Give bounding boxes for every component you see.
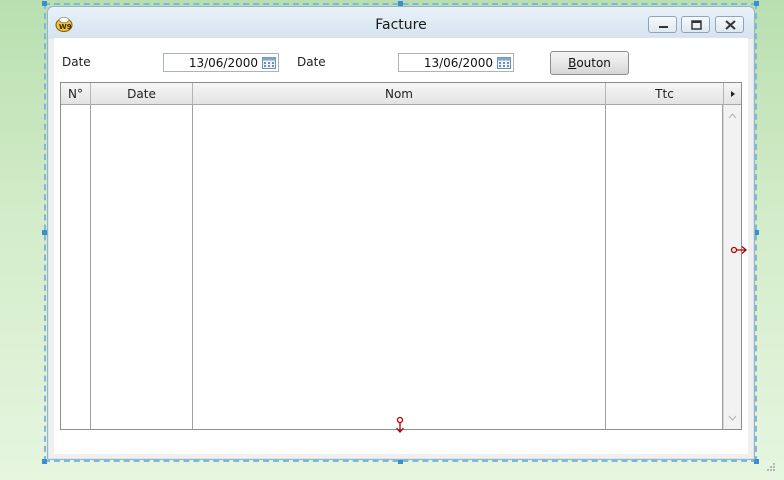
date1-value: 13/06/2000	[188, 56, 258, 70]
restore-icon	[691, 20, 702, 30]
column-header-date[interactable]: Date	[91, 83, 193, 105]
date2-field[interactable]: 13/06/2000	[398, 53, 514, 72]
date2-value: 13/06/2000	[423, 56, 493, 70]
resize-handle-top-left[interactable]	[42, 1, 47, 6]
minimize-button[interactable]	[648, 16, 677, 33]
resize-handle-bottom-left[interactable]	[42, 459, 47, 464]
column-divider	[192, 105, 193, 429]
resize-handle-top-right[interactable]	[754, 1, 759, 6]
resize-handle-bottom-right[interactable]	[754, 459, 759, 464]
vertical-anchor-icon	[396, 416, 404, 433]
resize-grip-icon[interactable]	[766, 462, 776, 472]
title-bar[interactable]: W9 Facture	[48, 7, 754, 39]
column-header-nom[interactable]: Nom	[193, 83, 606, 105]
date1-field[interactable]: 13/06/2000	[163, 53, 279, 72]
column-menu-button[interactable]	[724, 83, 741, 105]
close-button[interactable]	[715, 16, 744, 33]
vertical-scrollbar[interactable]	[723, 105, 741, 429]
close-icon	[725, 20, 736, 30]
scroll-up-icon[interactable]	[724, 108, 741, 122]
facture-table[interactable]: N° Date Nom Ttc	[60, 82, 742, 430]
bouton-label: outon	[576, 56, 611, 70]
calendar-icon[interactable]	[262, 56, 276, 69]
minimize-icon	[659, 26, 668, 28]
date2-label: Date	[297, 55, 326, 69]
bouton-button[interactable]: Bouton	[550, 51, 629, 75]
restore-button[interactable]	[681, 16, 710, 33]
date1-label: Date	[62, 55, 91, 69]
scroll-down-icon[interactable]	[724, 412, 741, 426]
column-header-numero[interactable]: N°	[61, 83, 91, 105]
horizontal-anchor-icon	[730, 246, 747, 254]
triangle-right-icon	[731, 91, 735, 97]
column-divider	[605, 105, 606, 429]
column-divider	[90, 105, 91, 429]
calendar-icon[interactable]	[497, 56, 511, 69]
column-header-ttc[interactable]: Ttc	[606, 83, 724, 105]
